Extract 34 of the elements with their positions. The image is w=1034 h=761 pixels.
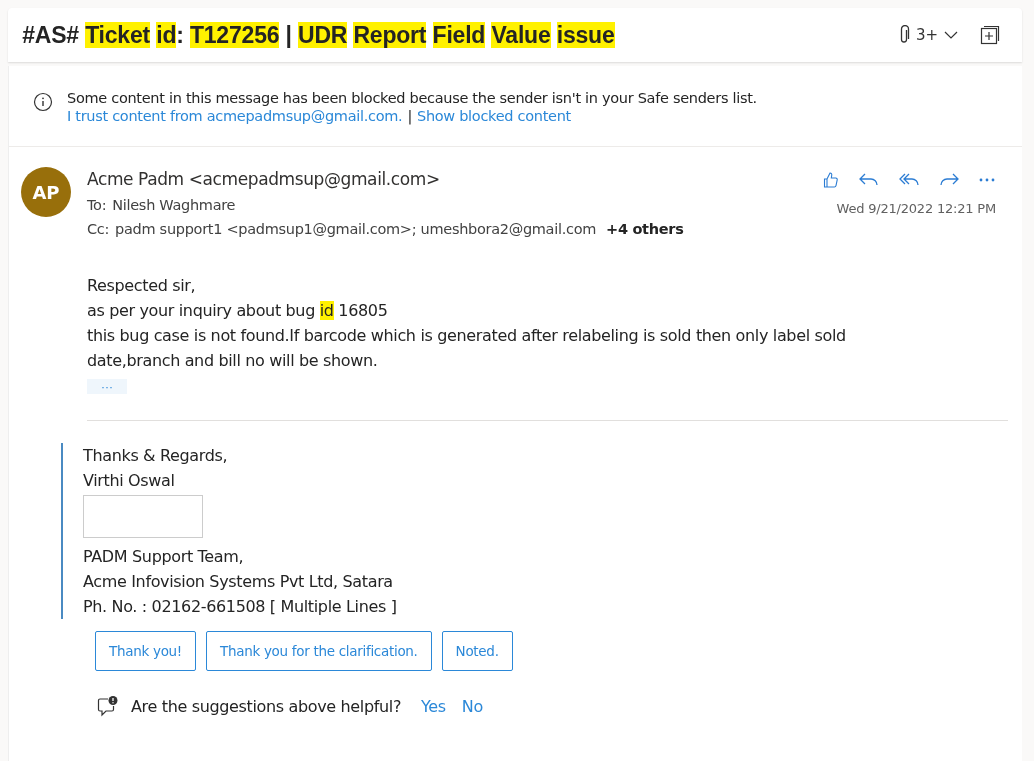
signature-text: PADM Support Team, [83,546,245,568]
quick-reply-button[interactable]: Thank you for the clarification. [205,631,432,671]
more-recipients-link[interactable]: +4 others [606,221,684,237]
no-link[interactable]: No [461,696,483,716]
quick-reply-button[interactable]: Thank you! [95,631,196,671]
blocked-content-message: Some content in this message has been blocked because the sender isn't in your Safe senders list. [67,90,757,106]
to-label: To: [87,197,107,213]
like-icon[interactable] [822,171,840,189]
open-in-window-icon[interactable] [980,25,1000,45]
subject-title: #AS# Ticket id: T127256 | UDR Report Field Value issue [21,21,615,50]
caret-icon [944,31,958,39]
link-separator: | [407,108,412,124]
info-icon [33,92,53,112]
signature-text: Acme Infovision Systems Pvt Ltd, Satara [83,571,394,593]
feedback-question: Are the suggestions above helpful? [131,696,402,716]
body-text: as per your inquiry about bug id 16805 [87,300,389,322]
yes-link[interactable]: Yes [421,696,446,716]
cc-recipients: padm support1 <padmsup1@gmail.com>; umeshbora2@gmail.com [115,221,597,237]
signature-text: Thanks & Regards, [83,445,229,467]
body-text: this bug case is not found.If barcode which is generated after relabeling is sold then only label sold date,branch and bill no will be shown. [87,325,847,372]
recipient-name: Nilesh Waghmare [112,197,236,213]
signature-text: Virthi Oswal [83,470,176,492]
cc-label: Cc: [87,221,110,237]
quick-reply-button[interactable]: Noted. [441,631,513,671]
signature-text: Ph. No. : 02162-661508 [ Multiple Lines ] [83,596,398,618]
sent-date: Wed 9/21/2022 12:21 PM [836,201,996,216]
sender-name: Acme Padm <acmepadmsup@gmail.com> [87,169,441,189]
show-more-button[interactable]: ··· [87,379,127,394]
sender-avatar: AP [21,167,71,217]
feedback-icon [97,695,119,717]
attachments-button[interactable]: 3+ [897,25,958,45]
body-text: Respected sir, [87,275,197,297]
trust-sender-link[interactable]: I trust content from acmepadmsup@gmail.com. [67,108,403,124]
show-blocked-content-link[interactable]: Show blocked content [417,108,571,124]
